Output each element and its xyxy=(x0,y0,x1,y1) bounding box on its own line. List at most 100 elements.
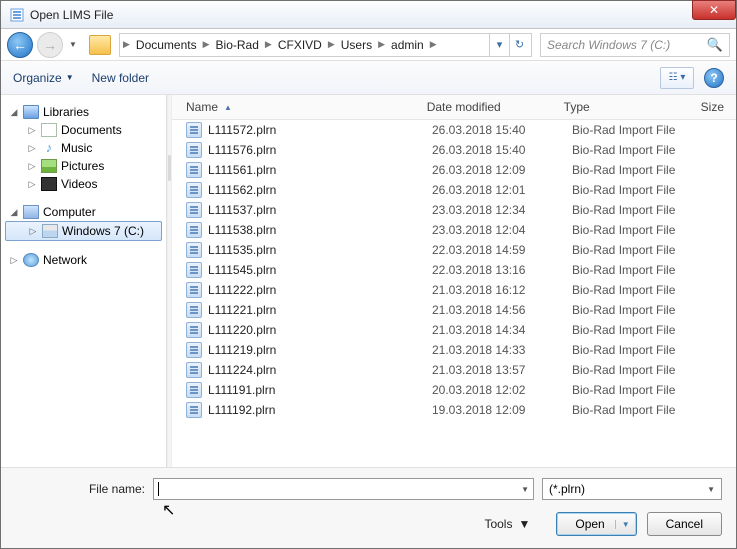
tree-c-drive[interactable]: ▷ Windows 7 (C:) xyxy=(5,221,162,241)
organize-menu[interactable]: Organize ▼ xyxy=(13,71,74,85)
breadcrumb-dropdown[interactable]: ▾ xyxy=(489,34,509,56)
file-type: Bio-Rad Import File xyxy=(572,343,712,357)
file-type: Bio-Rad Import File xyxy=(572,163,712,177)
expand-icon[interactable]: ▷ xyxy=(27,179,37,190)
file-row[interactable]: L111545.plrn22.03.2018 13:16Bio-Rad Impo… xyxy=(172,260,736,280)
file-type-filter[interactable]: (*.plrn) ▼ xyxy=(542,478,722,500)
folder-icon xyxy=(89,35,111,55)
file-type: Bio-Rad Import File xyxy=(572,283,712,297)
header-type[interactable]: Type xyxy=(564,100,701,114)
file-row[interactable]: L111576.plrn26.03.2018 15:40Bio-Rad Impo… xyxy=(172,140,736,160)
help-button[interactable]: ? xyxy=(704,68,724,88)
file-name: L111562.plrn xyxy=(208,183,276,197)
breadcrumb-item[interactable]: Users xyxy=(336,38,377,52)
chevron-down-icon[interactable]: ▼ xyxy=(521,485,529,494)
navigation-tree: ◢ Libraries ▷ Documents ▷ ♪ Music ▷ xyxy=(1,95,167,467)
tree-music[interactable]: ▷ ♪ Music xyxy=(5,139,162,157)
file-row[interactable]: L111222.plrn21.03.2018 16:12Bio-Rad Impo… xyxy=(172,280,736,300)
search-input[interactable]: Search Windows 7 (C:) 🔍 xyxy=(540,33,730,57)
file-row[interactable]: L111535.plrn22.03.2018 14:59Bio-Rad Impo… xyxy=(172,240,736,260)
expand-icon[interactable]: ▷ xyxy=(27,161,37,172)
breadcrumb-item[interactable]: CFXIVD xyxy=(273,38,327,52)
computer-icon xyxy=(23,205,39,219)
tree-network[interactable]: ▷ Network xyxy=(5,251,162,269)
expand-icon[interactable]: ▷ xyxy=(27,125,37,136)
cancel-button[interactable]: Cancel xyxy=(647,512,722,536)
breadcrumb-item[interactable]: Documents xyxy=(131,38,202,52)
tree-computer[interactable]: ◢ Computer xyxy=(5,203,162,221)
tree-documents[interactable]: ▷ Documents xyxy=(5,121,162,139)
file-icon xyxy=(186,202,202,218)
file-name: L111192.plrn xyxy=(208,403,275,417)
file-row[interactable]: L111561.plrn26.03.2018 12:09Bio-Rad Impo… xyxy=(172,160,736,180)
view-options-button[interactable]: ☷ ▾ xyxy=(660,67,694,89)
file-name: L111572.plrn xyxy=(208,123,276,137)
file-row[interactable]: L111537.plrn23.03.2018 12:34Bio-Rad Impo… xyxy=(172,200,736,220)
breadcrumb-bar[interactable]: ▶ Documents ▶ Bio-Rad ▶ CFXIVD ▶ Users ▶… xyxy=(119,33,532,57)
nav-back-button[interactable]: ← xyxy=(7,32,33,58)
header-date[interactable]: Date modified xyxy=(427,100,564,114)
breadcrumb-item[interactable]: Bio-Rad xyxy=(211,38,264,52)
nav-history-dropdown[interactable]: ▼ xyxy=(67,40,79,49)
chevron-down-icon: ▼ xyxy=(518,517,530,531)
header-size[interactable]: Size xyxy=(701,100,736,114)
file-date: 26.03.2018 12:09 xyxy=(432,163,572,177)
file-row[interactable]: L111220.plrn21.03.2018 14:34Bio-Rad Impo… xyxy=(172,320,736,340)
file-date: 22.03.2018 13:16 xyxy=(432,263,572,277)
header-name[interactable]: Name ▲ xyxy=(172,100,427,114)
app-icon xyxy=(9,7,25,23)
tools-menu[interactable]: Tools ▼ xyxy=(484,517,530,531)
expand-icon[interactable]: ▷ xyxy=(28,226,38,237)
file-icon xyxy=(186,162,202,178)
new-folder-button[interactable]: New folder xyxy=(92,71,149,85)
file-row[interactable]: L111538.plrn23.03.2018 12:04Bio-Rad Impo… xyxy=(172,220,736,240)
expand-icon[interactable]: ▷ xyxy=(9,255,19,266)
open-button[interactable]: Open ▼ xyxy=(556,512,636,536)
file-row[interactable]: L111572.plrn26.03.2018 15:40Bio-Rad Impo… xyxy=(172,120,736,140)
collapse-icon[interactable]: ◢ xyxy=(9,207,19,218)
drive-icon xyxy=(42,224,58,238)
file-row[interactable]: L111192.plrn19.03.2018 12:09Bio-Rad Impo… xyxy=(172,400,736,420)
file-type: Bio-Rad Import File xyxy=(572,183,712,197)
file-date: 21.03.2018 14:56 xyxy=(432,303,572,317)
file-type: Bio-Rad Import File xyxy=(572,323,712,337)
cancel-label: Cancel xyxy=(666,517,703,531)
file-type: Bio-Rad Import File xyxy=(572,123,712,137)
file-name: L111535.plrn xyxy=(208,243,276,257)
open-split-dropdown[interactable]: ▼ xyxy=(615,520,630,529)
tree-label: Videos xyxy=(61,177,97,191)
tree-pictures[interactable]: ▷ Pictures xyxy=(5,157,162,175)
file-date: 23.03.2018 12:04 xyxy=(432,223,572,237)
chevron-down-icon: ▼ xyxy=(707,485,715,494)
collapse-icon[interactable]: ◢ xyxy=(9,107,19,118)
refresh-button[interactable]: ↻ xyxy=(509,34,529,56)
file-type: Bio-Rad Import File xyxy=(572,203,712,217)
expand-icon[interactable]: ▷ xyxy=(27,143,37,154)
file-icon xyxy=(186,282,202,298)
file-row[interactable]: L111562.plrn 26.03.2018 12:01Bio-Rad Impo… xyxy=(172,180,736,200)
file-row[interactable]: L111224.plrn21.03.2018 13:57Bio-Rad Impo… xyxy=(172,360,736,380)
music-icon: ♪ xyxy=(41,141,57,155)
file-type: Bio-Rad Import File xyxy=(572,143,712,157)
chevron-right-icon: ▶ xyxy=(327,39,336,50)
sort-asc-icon: ▲ xyxy=(224,103,232,112)
file-list[interactable]: L111572.plrn26.03.2018 15:40Bio-Rad Impo… xyxy=(172,120,736,467)
tree-libraries[interactable]: ◢ Libraries xyxy=(5,103,162,121)
breadcrumb-item[interactable]: admin xyxy=(386,38,429,52)
filter-label: (*.plrn) xyxy=(549,482,585,496)
file-name: L111219.plrn xyxy=(208,343,276,357)
file-icon xyxy=(186,362,202,378)
file-row[interactable]: L111219.plrn21.03.2018 14:33Bio-Rad Impo… xyxy=(172,340,736,360)
file-name-input[interactable]: ▼ ↖ xyxy=(153,478,534,500)
file-row[interactable]: L111221.plrn21.03.2018 14:56Bio-Rad Impo… xyxy=(172,300,736,320)
file-icon xyxy=(186,182,202,198)
tree-label: Computer xyxy=(43,205,96,219)
body: ◢ Libraries ▷ Documents ▷ ♪ Music ▷ xyxy=(1,95,736,467)
nav-forward-button[interactable]: → xyxy=(37,32,63,58)
nav-bar: ← → ▼ ▶ Documents ▶ Bio-Rad ▶ CFXIVD ▶ U… xyxy=(1,29,736,61)
file-row[interactable]: L111191.plrn20.03.2018 12:02Bio-Rad Impo… xyxy=(172,380,736,400)
tree-videos[interactable]: ▷ Videos xyxy=(5,175,162,193)
file-date: 26.03.2018 12:01 xyxy=(432,183,572,197)
chevron-right-icon: ▶ xyxy=(264,39,273,50)
close-button[interactable]: ✕ xyxy=(692,0,736,20)
